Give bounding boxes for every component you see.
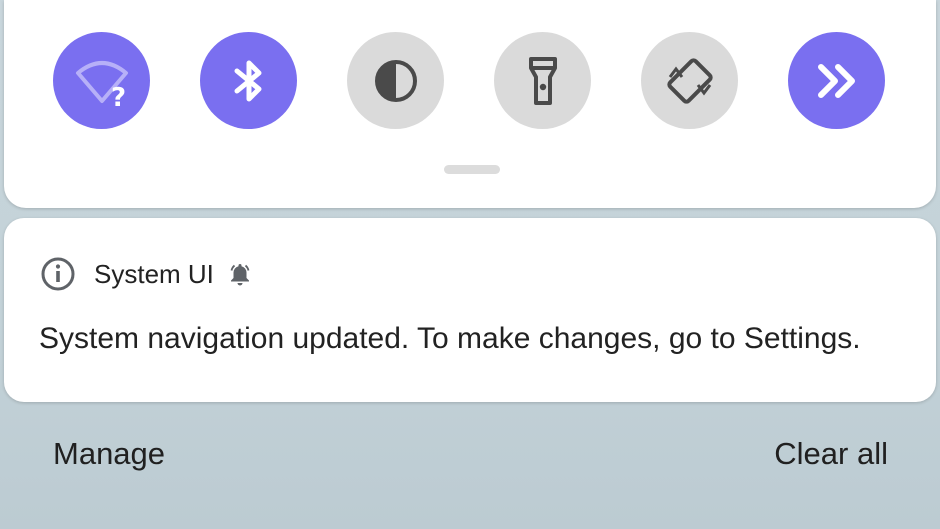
manage-button[interactable]: Manage — [53, 436, 165, 472]
tile-more[interactable] — [788, 32, 885, 129]
bluetooth-icon — [234, 60, 261, 101]
clear-all-button[interactable]: Clear all — [774, 436, 888, 472]
svg-text:?: ? — [111, 83, 126, 109]
auto-rotate-icon — [666, 57, 713, 104]
tile-bluetooth[interactable] — [200, 32, 297, 129]
dark-theme-icon — [374, 59, 417, 102]
notification-card[interactable]: System UI System navigation updated. To … — [4, 218, 936, 402]
bell-icon — [230, 264, 250, 286]
quick-settings-panel: ? — [4, 0, 936, 208]
tile-flashlight[interactable] — [494, 32, 591, 129]
drag-handle[interactable] — [444, 165, 500, 174]
flashlight-icon — [528, 56, 557, 105]
tile-dark-theme[interactable] — [347, 32, 444, 129]
notification-header: System UI — [40, 256, 252, 292]
app-name: System UI — [94, 258, 214, 289]
notification-text: System navigation updated. To make chang… — [39, 322, 861, 355]
info-icon — [41, 257, 75, 291]
tile-auto-rotate[interactable] — [641, 32, 738, 129]
wifi-unknown-icon: ? — [75, 60, 128, 109]
tile-wifi[interactable]: ? — [53, 32, 150, 129]
double-chevron-right-icon — [817, 63, 855, 98]
